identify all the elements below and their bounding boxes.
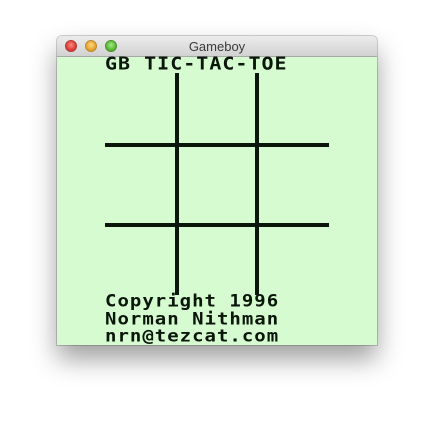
game-screen[interactable]: GB TIC-TAC-TOE Copyright 1996 Norman Nit… [57, 52, 377, 345]
copyright-text: Copyright 1996 [105, 291, 280, 311]
grid-vertical-line-right [255, 73, 259, 295]
grid-vertical-line-left [175, 73, 179, 295]
author-email: nrn@tezcat.com [105, 326, 280, 345]
game-title: GB TIC-TAC-TOE [105, 52, 288, 74]
grid-horizontal-line-bottom [105, 223, 329, 227]
app-window: Gameboy GB TIC-TAC-TOE Copyright 1996 No… [57, 36, 377, 345]
grid-horizontal-line-top [105, 143, 329, 147]
